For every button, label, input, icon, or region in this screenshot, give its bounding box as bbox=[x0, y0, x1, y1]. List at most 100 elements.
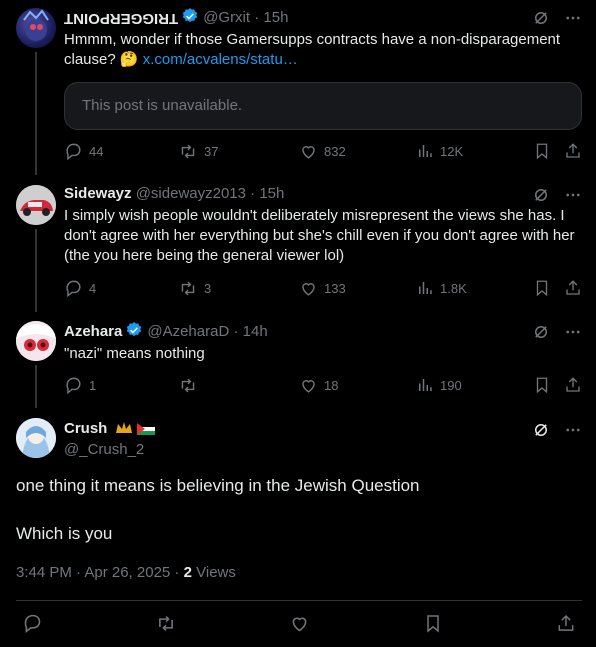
reply-tweet[interactable]: Azehara @AzeharaD · 14h "nazi" means noth… bbox=[0, 312, 596, 408]
bookmark-icon[interactable] bbox=[533, 279, 551, 297]
repost-button[interactable]: 37 bbox=[178, 142, 218, 161]
grok-icon[interactable] bbox=[532, 421, 550, 439]
display-name[interactable]: Crush bbox=[64, 420, 107, 437]
repost-count: 37 bbox=[204, 144, 219, 159]
display-name[interactable]: TRIGGERPOINT bbox=[64, 8, 178, 28]
timestamp[interactable]: 14h bbox=[243, 323, 268, 340]
share-icon[interactable] bbox=[564, 142, 582, 160]
views-button[interactable]: 12K bbox=[416, 142, 463, 160]
repost-button[interactable]: 3 bbox=[178, 279, 211, 298]
tweet-text: Hmmm, wonder if those Gamersupps contrac… bbox=[64, 30, 580, 70]
tweet-top-icons bbox=[532, 186, 582, 204]
tweet-text: I simply wish people wouldn't deliberate… bbox=[64, 207, 575, 264]
views-number: 2 bbox=[183, 564, 192, 581]
more-options-icon[interactable] bbox=[564, 323, 582, 341]
user-handle[interactable]: @sidewayz2013 bbox=[136, 185, 246, 202]
views-icon bbox=[419, 145, 432, 157]
tweet-header: Azehara @AzeharaD · 14h bbox=[64, 322, 268, 340]
reply-count: 44 bbox=[89, 144, 104, 159]
tweet-top-icons bbox=[532, 323, 582, 341]
like-count: 133 bbox=[324, 281, 346, 296]
timestamp[interactable]: 15h bbox=[263, 9, 288, 26]
like-count: 18 bbox=[324, 378, 339, 393]
more-options-icon[interactable] bbox=[564, 421, 582, 439]
like-button[interactable]: 832 bbox=[299, 142, 346, 161]
views-count: 1.8K bbox=[440, 280, 467, 296]
divider bbox=[16, 600, 582, 601]
share-icon[interactable] bbox=[564, 376, 582, 394]
display-name[interactable]: Sidewayz bbox=[64, 185, 132, 202]
thread-line bbox=[35, 52, 37, 175]
avatar[interactable] bbox=[16, 418, 56, 458]
heart-icon[interactable] bbox=[289, 613, 310, 634]
verified-badge-icon bbox=[183, 8, 198, 23]
more-options-icon[interactable] bbox=[564, 9, 582, 27]
timestamp[interactable]: 15h bbox=[259, 185, 284, 202]
reply-button[interactable]: 1 bbox=[64, 376, 96, 395]
heart-icon bbox=[302, 146, 315, 159]
avatar-image bbox=[23, 9, 49, 41]
thread-line bbox=[35, 229, 37, 312]
tweet-top-icons bbox=[532, 9, 582, 27]
views-count: 190 bbox=[440, 377, 462, 393]
grok-icon[interactable] bbox=[532, 9, 550, 27]
reply-button[interactable]: 44 bbox=[64, 142, 103, 161]
repost-icon bbox=[181, 281, 195, 296]
views-icon bbox=[419, 379, 432, 391]
reply-count: 1 bbox=[89, 378, 97, 393]
main-handle-row: @_Crush_2 bbox=[64, 440, 144, 460]
quoted-post-unavailable[interactable]: This post is unavailable. bbox=[64, 82, 582, 130]
share-icon[interactable] bbox=[564, 279, 582, 297]
repost-count: 3 bbox=[204, 281, 212, 296]
tweet-body: Hmmm, wonder if those Gamersupps contrac… bbox=[64, 31, 561, 68]
crown-emoji-icon bbox=[115, 420, 133, 442]
reply-icon bbox=[66, 280, 81, 298]
tweet-header: Sidewayz @sidewayz2013 · 15h bbox=[64, 185, 285, 202]
unavailable-text: This post is unavailable. bbox=[82, 97, 243, 114]
repost-icon[interactable] bbox=[155, 613, 177, 634]
views-button[interactable]: 190 bbox=[416, 376, 462, 394]
main-top-icons bbox=[532, 421, 582, 439]
reply-button[interactable]: 4 bbox=[64, 279, 96, 298]
grok-icon[interactable] bbox=[532, 323, 550, 341]
avatar-image bbox=[16, 185, 56, 225]
tweet-timestamp[interactable]: 3:44 PM · Apr 26, 2025 · bbox=[16, 564, 179, 581]
heart-icon bbox=[302, 380, 315, 393]
tweet-text: "nazi" means nothing bbox=[64, 345, 205, 362]
heart-icon bbox=[302, 283, 315, 296]
tweet-meta: 3:44 PM · Apr 26, 2025 · 2 Views bbox=[16, 564, 236, 581]
palestine-flag-icon bbox=[136, 421, 155, 441]
user-handle[interactable]: @Grxit bbox=[203, 9, 250, 26]
thread-line bbox=[35, 365, 37, 408]
views-button[interactable]: 1.8K bbox=[416, 279, 467, 297]
grok-icon[interactable] bbox=[532, 186, 550, 204]
reply-tweet[interactable]: TRIGGERPOINT @Grxit · 15h Hmmm, wonder if… bbox=[0, 0, 596, 175]
main-tweet-header: Crush bbox=[64, 419, 155, 442]
views-icon bbox=[419, 282, 432, 294]
views-count: 12K bbox=[440, 143, 464, 159]
avatar[interactable] bbox=[16, 8, 56, 48]
like-button[interactable]: 18 bbox=[299, 376, 338, 395]
bookmark-icon[interactable] bbox=[533, 142, 551, 160]
avatar[interactable] bbox=[16, 185, 56, 225]
action-bar: 4 3 133 1.8K bbox=[64, 279, 584, 299]
main-tweet-text-line1: one thing it means is believing in the J… bbox=[16, 476, 420, 495]
display-name[interactable]: Azehara bbox=[64, 323, 122, 340]
tweet-link[interactable]: x.com/acvalens/statu… bbox=[143, 51, 298, 68]
more-options-icon[interactable] bbox=[564, 186, 582, 204]
user-handle[interactable]: @_Crush_2 bbox=[64, 441, 144, 458]
user-handle[interactable]: @AzeharaD bbox=[147, 323, 229, 340]
avatar[interactable] bbox=[16, 321, 56, 361]
like-count: 832 bbox=[324, 144, 346, 159]
repost-icon bbox=[181, 144, 195, 159]
avatar-image bbox=[16, 321, 56, 361]
reply-count: 4 bbox=[89, 281, 97, 296]
reply-tweet[interactable]: Sidewayz @sidewayz2013 · 15h I simply wi… bbox=[0, 175, 596, 312]
bookmark-icon[interactable] bbox=[423, 613, 443, 634]
repost-icon bbox=[181, 378, 195, 393]
share-icon[interactable] bbox=[556, 613, 576, 634]
bookmark-icon[interactable] bbox=[533, 376, 551, 394]
repost-button[interactable] bbox=[178, 376, 204, 395]
like-button[interactable]: 133 bbox=[299, 279, 346, 298]
reply-icon[interactable] bbox=[22, 613, 43, 634]
